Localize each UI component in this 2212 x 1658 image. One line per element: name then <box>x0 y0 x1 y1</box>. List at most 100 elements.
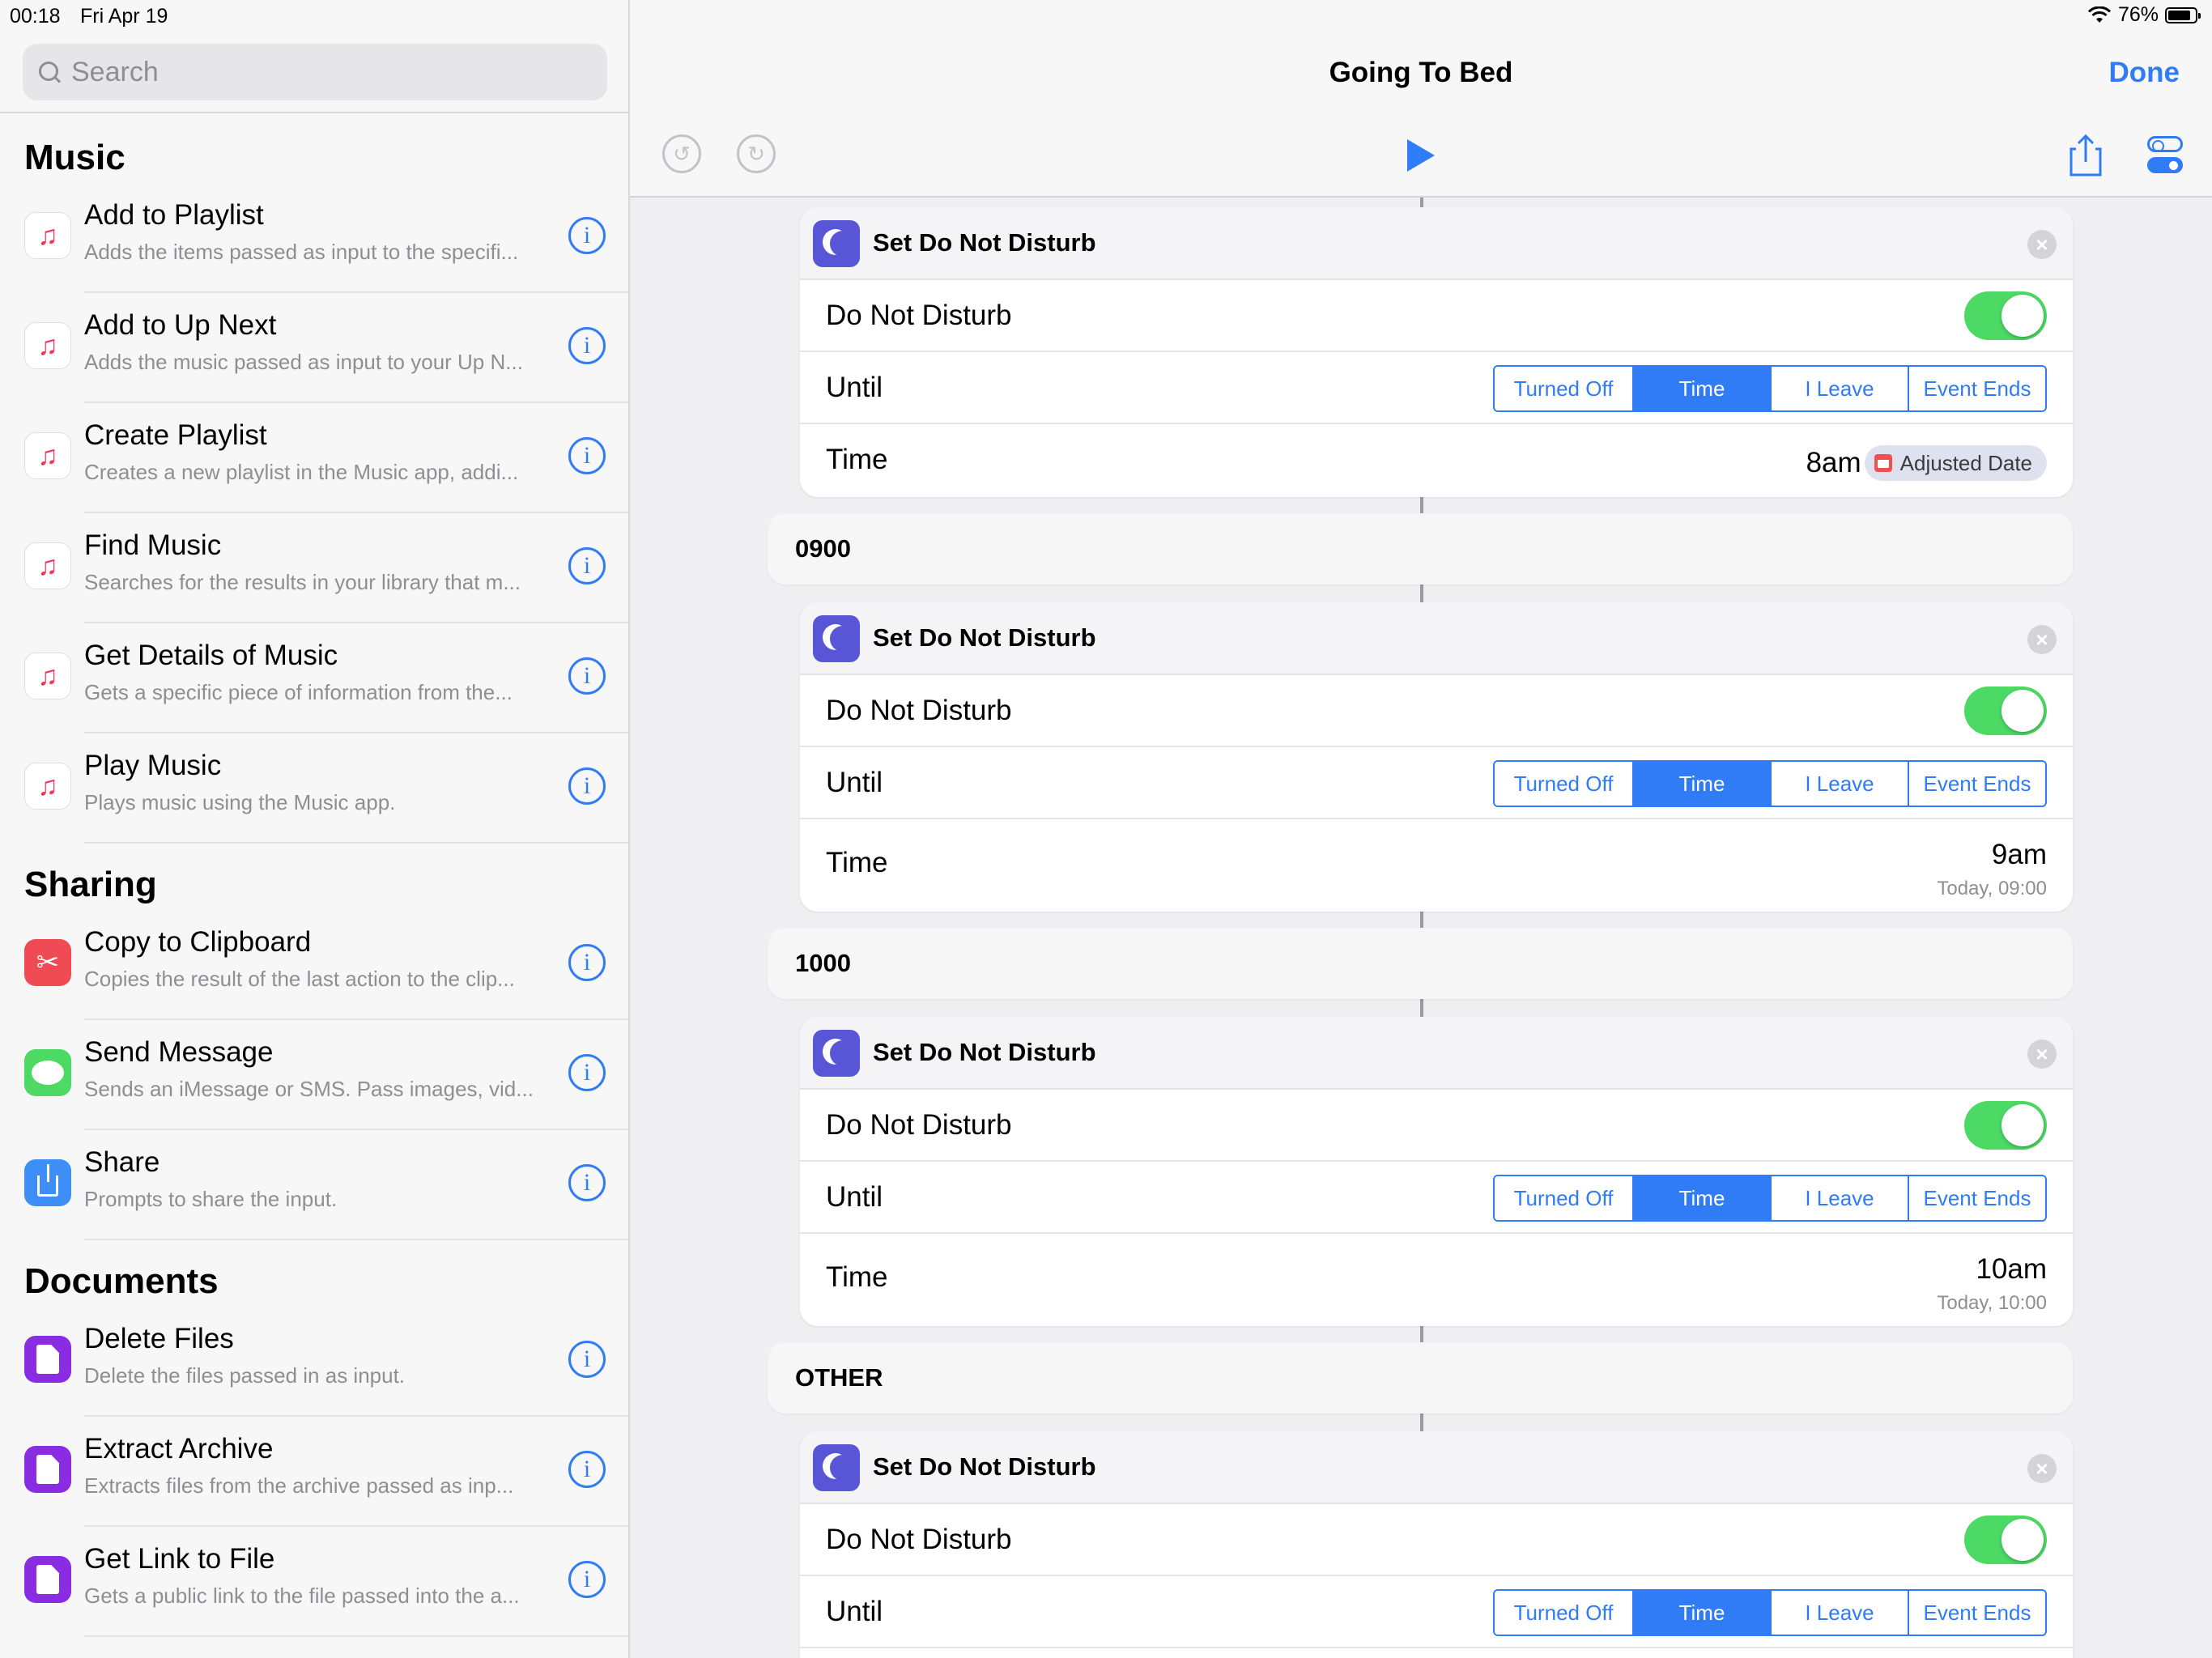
until-segmented-control: Turned Off Time I Leave Event Ends <box>1493 760 2047 807</box>
close-icon[interactable]: × <box>2027 1039 2057 1069</box>
until-row: Until Turned Off Time I Leave Event Ends <box>800 352 2073 424</box>
action-description: Delete the files passed in as input. <box>84 1363 406 1388</box>
action-card-set-dnd[interactable]: Set Do Not Disturb × Do Not Disturb Unti… <box>800 1017 2073 1326</box>
segment-event-ends[interactable]: Event Ends <box>1908 762 2045 806</box>
token-label: Adjusted Date <box>1899 450 2032 475</box>
time-value[interactable]: 9am <box>1992 839 2047 871</box>
dnd-label: Do Not Disturb <box>826 695 1012 726</box>
time-row[interactable]: Time 8am Adjusted Date <box>800 424 2073 496</box>
action-add-to-playlist[interactable]: ♫ Add to Playlist Adds the items passed … <box>0 183 628 293</box>
segment-time[interactable]: Time <box>1632 367 1770 410</box>
segment-i-leave[interactable]: I Leave <box>1770 367 1908 410</box>
action-card-set-dnd[interactable]: Set Do Not Disturb × Do Not Disturb Unti… <box>800 602 2073 912</box>
action-add-to-up-next[interactable]: ♫ Add to Up Next Adds the music passed a… <box>0 293 628 403</box>
segment-turned-off[interactable]: Turned Off <box>1495 367 1632 410</box>
status-bar: 00:18 Fri Apr 19 76% <box>0 0 2212 36</box>
info-icon[interactable]: i <box>568 1561 606 1598</box>
menu-section-0900[interactable]: 0900 <box>768 513 2073 585</box>
info-icon[interactable]: i <box>568 657 606 695</box>
search-field[interactable] <box>23 44 607 100</box>
action-create-playlist[interactable]: ♫ Create Playlist Creates a new playlist… <box>0 403 628 513</box>
info-icon[interactable]: i <box>568 327 606 364</box>
segment-event-ends[interactable]: Event Ends <box>1908 1591 2045 1635</box>
segment-i-leave[interactable]: I Leave <box>1770 1591 1908 1635</box>
action-get-details-of-music[interactable]: ♫ Get Details of Music Gets a specific p… <box>0 623 628 733</box>
segment-time[interactable]: Time <box>1632 1591 1770 1635</box>
status-time: 00:18 <box>10 5 61 28</box>
action-card-set-dnd[interactable]: Set Do Not Disturb × Do Not Disturb Unti… <box>800 207 2073 497</box>
flow-connector <box>1420 912 1423 928</box>
search-input[interactable] <box>71 56 573 88</box>
info-icon[interactable]: i <box>568 1451 606 1488</box>
done-button[interactable]: Done <box>2109 57 2180 89</box>
dnd-toggle[interactable] <box>1964 1516 2047 1564</box>
info-icon[interactable]: i <box>568 437 606 474</box>
dnd-toggle[interactable] <box>1964 1101 2047 1150</box>
action-send-message[interactable]: Send Message Sends an iMessage or SMS. P… <box>0 1020 628 1130</box>
settings-toggle-icon[interactable] <box>2147 136 2183 175</box>
file-icon <box>24 1556 71 1603</box>
segment-time[interactable]: Time <box>1632 762 1770 806</box>
redo-icon[interactable]: ↻ <box>737 134 776 173</box>
moon-icon <box>813 1030 860 1077</box>
play-icon[interactable] <box>1407 139 1435 172</box>
time-value[interactable]: 8am Adjusted Date <box>1806 445 2047 481</box>
action-copy-to-clipboard[interactable]: ✂ Copy to Clipboard Copies the result of… <box>0 910 628 1020</box>
segment-i-leave[interactable]: I Leave <box>1770 1176 1908 1220</box>
info-icon[interactable]: i <box>568 944 606 981</box>
search-icon <box>37 60 62 84</box>
adjusted-date-token[interactable]: Adjusted Date <box>1864 445 2047 481</box>
card-header: Set Do Not Disturb × <box>800 207 2073 280</box>
action-title: Get Details of Music <box>84 640 338 671</box>
until-label: Until <box>826 1596 883 1627</box>
action-description: Sends an iMessage or SMS. Pass images, v… <box>84 1077 534 1101</box>
music-note-icon: ♫ <box>24 763 71 810</box>
time-text: 8am <box>1806 447 1861 478</box>
action-share[interactable]: Share Prompts to share the input. i <box>0 1130 628 1240</box>
dnd-toggle[interactable] <box>1964 687 2047 735</box>
until-segmented-control: Turned Off Time I Leave Event Ends <box>1493 1175 2047 1222</box>
action-title: Play Music <box>84 750 222 781</box>
music-note-icon: ♫ <box>24 542 71 589</box>
action-play-music[interactable]: ♫ Play Music Plays music using the Music… <box>0 733 628 844</box>
info-icon[interactable]: i <box>568 1054 606 1091</box>
dnd-row: Do Not Disturb <box>800 1090 2073 1162</box>
action-extract-archive[interactable]: Extract Archive Extracts files from the … <box>0 1417 628 1527</box>
segment-turned-off[interactable]: Turned Off <box>1495 762 1632 806</box>
close-icon[interactable]: × <box>2027 1454 2057 1483</box>
segment-time[interactable]: Time <box>1632 1176 1770 1220</box>
action-card-set-dnd[interactable]: Set Do Not Disturb × Do Not Disturb Unti… <box>800 1431 2073 1658</box>
segment-turned-off[interactable]: Turned Off <box>1495 1591 1632 1635</box>
moon-icon <box>813 615 860 662</box>
segment-i-leave[interactable]: I Leave <box>1770 762 1908 806</box>
action-find-music[interactable]: ♫ Find Music Searches for the results in… <box>0 513 628 623</box>
info-icon[interactable]: i <box>568 217 606 254</box>
info-icon[interactable]: i <box>568 1164 606 1201</box>
segment-turned-off[interactable]: Turned Off <box>1495 1176 1632 1220</box>
shortcut-editor: Going To Bed Done ↺ ↻ Set Do Not Disturb… <box>630 0 2212 1658</box>
close-icon[interactable]: × <box>2027 625 2057 654</box>
until-label: Until <box>826 767 883 798</box>
dnd-toggle[interactable] <box>1964 291 2047 340</box>
undo-icon[interactable]: ↺ <box>662 134 701 173</box>
menu-section-other[interactable]: OTHER <box>768 1342 2073 1414</box>
flow-connector <box>1420 1326 1423 1342</box>
info-icon[interactable]: i <box>568 1341 606 1378</box>
flow-connector <box>1420 198 1423 207</box>
segment-event-ends[interactable]: Event Ends <box>1908 1176 2045 1220</box>
share-export-icon[interactable] <box>2069 134 2102 176</box>
close-icon[interactable]: × <box>2027 230 2057 259</box>
action-delete-files[interactable]: Delete Files Delete the files passed in … <box>0 1307 628 1417</box>
time-row[interactable]: Time 10am Today, 10:00 <box>800 1234 2073 1326</box>
action-get-link-to-file[interactable]: Get Link to File Gets a public link to t… <box>0 1527 628 1637</box>
menu-section-1000[interactable]: 1000 <box>768 928 2073 999</box>
segment-event-ends[interactable]: Event Ends <box>1908 367 2045 410</box>
time-value[interactable]: 10am <box>1976 1253 2047 1286</box>
action-description: Copies the result of the last action to … <box>84 967 515 991</box>
battery-percent: 76% <box>2117 3 2159 26</box>
time-row[interactable]: Time 9am Today, 09:00 <box>800 819 2073 912</box>
card-header: Set Do Not Disturb × <box>800 602 2073 675</box>
section-title-music: Music <box>24 138 125 177</box>
info-icon[interactable]: i <box>568 547 606 585</box>
info-icon[interactable]: i <box>568 767 606 805</box>
